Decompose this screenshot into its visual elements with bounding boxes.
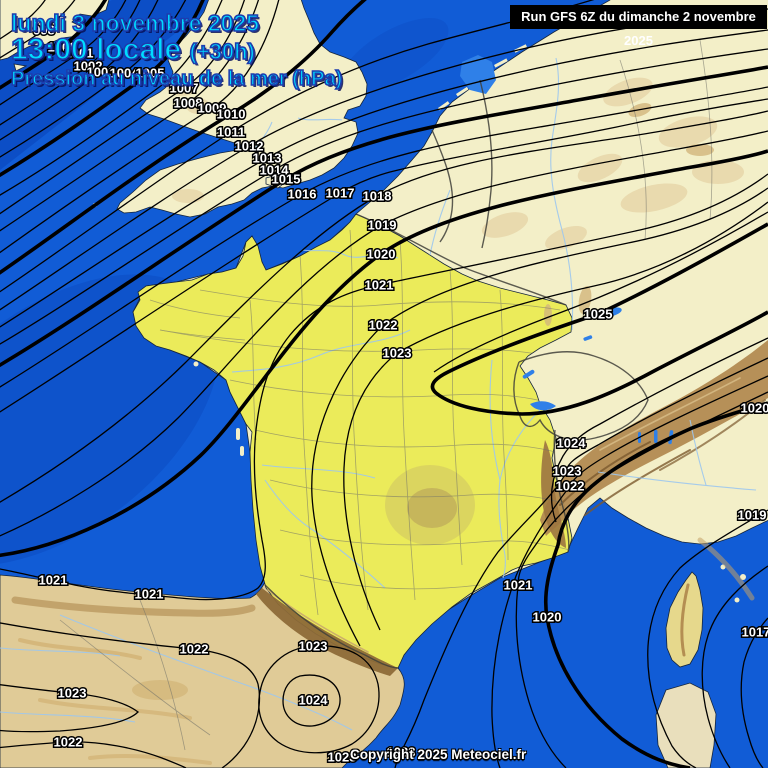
isobar-label: 1021: [504, 578, 533, 593]
pressure-map: 9981000100110021003100410051007100810091…: [0, 0, 768, 768]
copyright-label: Copyright 2025 Meteociel.fr: [350, 747, 527, 762]
isobar-label: 1025: [584, 307, 613, 322]
isobar-label: 1023: [383, 346, 412, 361]
isobar-label: 1024: [557, 436, 587, 451]
model-run-badge: Run GFS 6Z du dimanche 2 novembre 2025: [510, 5, 767, 48]
weather-map-page: 998 1000 1001 1002 1003 1004 1005 1007 1008 1009 1…: [0, 0, 768, 768]
isobar-label: 1023: [58, 686, 87, 701]
field-title: Pression au niveau de la mer (hPa): [10, 67, 343, 91]
isobar-label: 1024: [299, 693, 329, 708]
isobar-label: 1017: [326, 186, 355, 201]
isobar-label: 1019: [368, 218, 397, 233]
isobar-label: 1015: [272, 172, 301, 187]
isobar-label: 1021: [135, 587, 164, 602]
local-time: 13:00 locale: [10, 32, 182, 67]
sardinia-land: [655, 682, 717, 768]
isobar-label: 1023: [553, 464, 582, 479]
isobar-label: 1020: [367, 247, 396, 262]
isobar-label: 1020: [741, 401, 768, 416]
isobar-label: 1011: [217, 125, 245, 140]
isobar-label: 1017: [742, 625, 768, 640]
isobar-label: 1021: [365, 278, 394, 293]
isobar-label: 1010: [217, 107, 246, 122]
isobar-label: 1022: [180, 642, 209, 657]
isobar-label: 1016: [288, 187, 317, 202]
isobar-label: 1022: [556, 479, 585, 494]
isobar-label: 1022: [54, 735, 83, 750]
isobar-label: 1023: [299, 639, 328, 654]
isobar-label: 1022: [369, 318, 398, 333]
isobar-label: 1019: [738, 508, 767, 523]
forecast-offset: (+30h): [189, 38, 256, 65]
isobar-label: 1021: [39, 573, 68, 588]
isobar-label: 1018: [363, 189, 392, 204]
isobar-label: 1020: [533, 610, 562, 625]
valid-time-label: 13:00 locale (+30h): [10, 32, 256, 67]
